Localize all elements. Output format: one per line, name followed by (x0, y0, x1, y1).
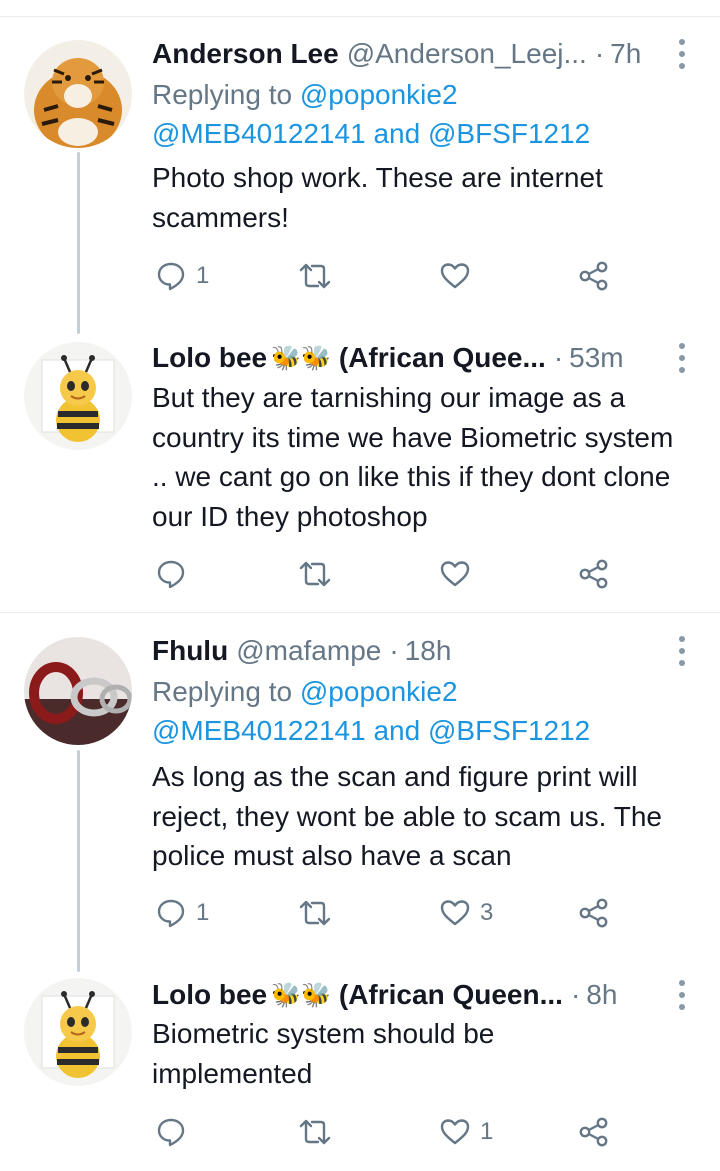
mention-and[interactable]: and (373, 118, 420, 149)
bee-emoji: 🐝🐝 (271, 344, 331, 372)
retweet-icon (299, 263, 331, 289)
retweet-icon (299, 1119, 331, 1145)
author-name[interactable]: Lolo bee (152, 979, 267, 1011)
share-button[interactable] (578, 256, 610, 296)
like-count: 3 (480, 899, 494, 926)
bee-avatar-image (24, 978, 132, 1086)
avatar[interactable] (24, 342, 132, 450)
mention-link[interactable]: @poponkie2 (300, 676, 458, 707)
tweet-text: As long as the scan and figure print wil… (152, 761, 662, 871)
thread-connector (77, 152, 80, 334)
more-vertical-icon[interactable] (672, 633, 692, 669)
heart-icon (440, 263, 470, 289)
share-icon (579, 559, 608, 589)
author-name[interactable]: Fhulu (152, 635, 228, 667)
reply-icon (157, 899, 185, 928)
timestamp[interactable]: 7h (610, 38, 641, 70)
author-name-suffix[interactable]: (African Quee... (339, 342, 546, 374)
reply-button[interactable]: 1 (156, 256, 209, 296)
replying-to: Replying to @poponkie2 @MEB40122141 and … (152, 75, 590, 153)
more-vertical-icon[interactable] (672, 977, 692, 1013)
retweet-button[interactable] (298, 893, 342, 933)
tweet-actions: 1 (152, 1112, 632, 1152)
author-name[interactable]: Anderson Lee (152, 38, 339, 70)
like-button[interactable]: 1 (440, 1112, 493, 1152)
rings-avatar-image (24, 637, 132, 745)
reply-button[interactable]: 1 (156, 893, 209, 933)
timestamp[interactable]: 18h (405, 635, 452, 667)
separator-dot: · (570, 979, 581, 1010)
avatar[interactable] (24, 978, 132, 1086)
mention-and[interactable]: and (373, 715, 420, 746)
author-handle[interactable]: @mafampe (236, 635, 381, 667)
reply-icon (157, 560, 185, 589)
tweet-text: Biometric system should be implemented (152, 1018, 495, 1089)
more-vertical-icon[interactable] (672, 36, 692, 72)
mention-link[interactable]: @BFSF1212 (428, 118, 590, 149)
author-handle[interactable]: @Anderson_Leej... (347, 38, 587, 70)
separator-dot: · (389, 635, 399, 666)
tiger-avatar-image (24, 40, 132, 148)
replying-label: Replying to (152, 79, 293, 110)
tweet-header: Fhulu @mafampe · 18h (152, 631, 672, 671)
thread-connector (77, 750, 80, 972)
avatar[interactable] (24, 637, 132, 745)
timestamp[interactable]: 53m (569, 342, 623, 374)
share-button[interactable] (578, 1112, 610, 1152)
more-vertical-icon[interactable] (672, 340, 692, 376)
replying-label: Replying to (152, 676, 293, 707)
like-button[interactable]: 3 (440, 893, 493, 933)
reply-count: 1 (196, 262, 210, 289)
tweet-actions: 1 3 (152, 893, 632, 933)
author-name[interactable]: Lolo bee (152, 342, 267, 374)
reply-count: 1 (196, 899, 210, 926)
like-button[interactable] (440, 554, 480, 594)
like-button[interactable] (440, 256, 480, 296)
reply-button[interactable] (156, 1112, 196, 1152)
retweet-icon (299, 561, 331, 587)
mention-link[interactable]: @poponkie2 (300, 79, 458, 110)
retweet-button[interactable] (298, 554, 342, 594)
top-divider (0, 16, 720, 17)
tweet-header: Anderson Lee @Anderson_Leej... · 7h (152, 34, 672, 74)
mention-link[interactable]: @MEB40122141 (152, 715, 366, 746)
tweet-actions: 1 (152, 256, 632, 296)
retweet-button[interactable] (298, 1112, 342, 1152)
reply-icon (157, 262, 185, 291)
share-icon (579, 261, 608, 291)
timestamp[interactable]: 8h (586, 979, 617, 1011)
replying-to: Replying to @poponkie2 @MEB40122141 and … (152, 672, 590, 750)
share-button[interactable] (578, 893, 610, 933)
mention-link[interactable]: @MEB40122141 (152, 118, 366, 149)
heart-icon (440, 900, 470, 926)
reply-icon (157, 1118, 185, 1147)
tweet-header: Lolo bee 🐝🐝 (African Quee... · 53m (152, 338, 672, 378)
tweet-actions (152, 554, 632, 594)
bee-avatar-image (24, 342, 132, 450)
share-icon (579, 1117, 608, 1147)
bee-emoji: 🐝🐝 (271, 981, 331, 1009)
mention-link[interactable]: @BFSF1212 (428, 715, 590, 746)
share-icon (579, 898, 608, 928)
separator-dot: · (594, 38, 605, 69)
conversation-divider (0, 612, 720, 613)
retweet-icon (299, 900, 331, 926)
heart-icon (440, 1119, 470, 1145)
separator-dot: · (553, 342, 564, 373)
tweet-text: Photo shop work. These are internet scam… (152, 162, 603, 233)
heart-icon (440, 561, 470, 587)
like-count: 1 (480, 1118, 494, 1145)
tweet-text: But they are tarnishing our image as a c… (152, 382, 674, 532)
share-button[interactable] (578, 554, 610, 594)
avatar[interactable] (24, 40, 132, 148)
reply-button[interactable] (156, 554, 196, 594)
retweet-button[interactable] (298, 256, 342, 296)
author-name-suffix[interactable]: (African Queen... (339, 979, 563, 1011)
tweet-header: Lolo bee 🐝🐝 (African Queen... · 8h (152, 975, 672, 1015)
